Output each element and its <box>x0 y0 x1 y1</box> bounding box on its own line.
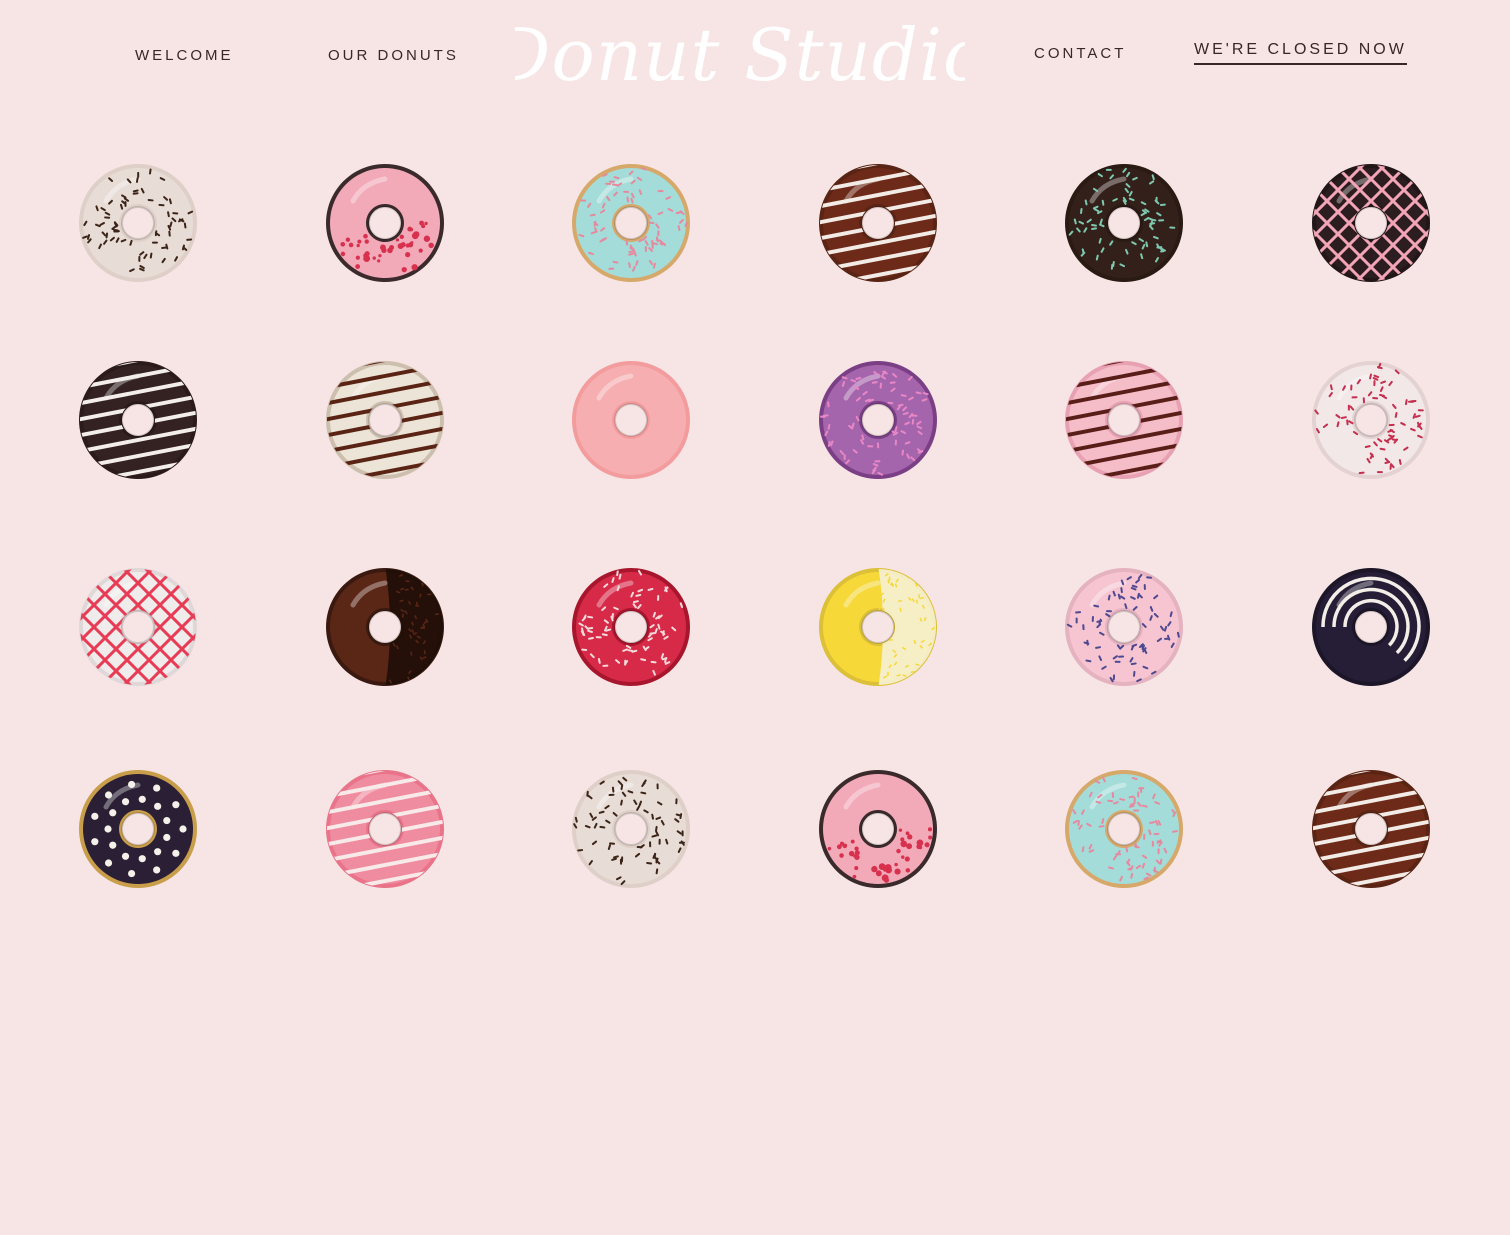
white-red-sprinkles-donut-icon[interactable] <box>1309 358 1433 482</box>
vanilla-chocolate-drizzle-donut-icon[interactable] <box>323 358 447 482</box>
dark-swirl-donut-icon[interactable] <box>1309 565 1433 689</box>
pink-raspberry-donut-icon[interactable] <box>816 767 940 891</box>
red-glazed-sprinkles-donut-icon[interactable] <box>569 565 693 689</box>
half-chocolate-sprinkles-donut-icon[interactable] <box>323 565 447 689</box>
vanilla-chocolate-sprinkles-donut-icon[interactable] <box>569 767 693 891</box>
dark-chocolate-pink-lattice-donut-icon[interactable] <box>1309 161 1433 285</box>
chocolate-white-stripe-donut-icon[interactable] <box>816 161 940 285</box>
dark-pearl-donut-icon[interactable] <box>76 767 200 891</box>
dark-chocolate-white-drizzle-donut-icon[interactable] <box>76 358 200 482</box>
pink-lavender-sprinkles-donut-icon[interactable] <box>1062 565 1186 689</box>
pink-chocolate-drizzle-donut-icon[interactable] <box>1062 358 1186 482</box>
chocolate-white-stripe-donut-icon[interactable] <box>1309 767 1433 891</box>
mint-sprinkles-donut-icon[interactable] <box>1062 767 1186 891</box>
white-red-lattice-donut-icon[interactable] <box>76 565 200 689</box>
vanilla-chocolate-sprinkles-donut-icon[interactable] <box>76 161 200 285</box>
pink-white-stripe-donut-icon[interactable] <box>323 767 447 891</box>
donut-grid <box>0 0 1510 1235</box>
dark-chocolate-rainbow-sprinkles-donut-icon[interactable] <box>1062 161 1186 285</box>
pink-raspberry-donut-icon[interactable] <box>323 161 447 285</box>
purple-sprinkles-donut-icon[interactable] <box>816 358 940 482</box>
yellow-coconut-donut-icon[interactable] <box>816 565 940 689</box>
mint-sprinkles-donut-icon[interactable] <box>569 161 693 285</box>
pink-glazed-donut-icon[interactable] <box>569 358 693 482</box>
